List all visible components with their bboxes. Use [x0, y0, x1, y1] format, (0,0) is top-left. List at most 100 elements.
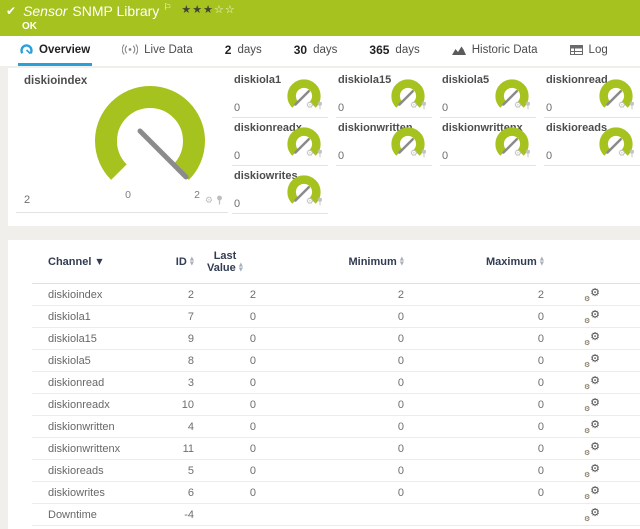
channel-settings-button[interactable]: ⚙⚙ [584, 376, 600, 390]
channel-pin-icon[interactable] [525, 97, 531, 115]
small-gauges-grid: diskiola1 0 ⚙ diskiola15 0 ⚙ diskiola5 [232, 70, 640, 214]
tab-365-days[interactable]: 365 days [367, 36, 421, 66]
gauges-panel: diskioindex 0 2 2 ⚙ diskiola1 0 ⚙ diskio [8, 68, 640, 226]
stars-filled[interactable]: ★★★ [181, 3, 214, 16]
channel-settings-button[interactable]: ⚙⚙ [584, 464, 600, 478]
channel-table-row: diskionread 3 0 0 0 ⚙⚙ [32, 372, 640, 394]
channel-table-panel: Channel ▼ ID ▲▼ Last Value▲▼ Minimum ▲▼ … [8, 240, 640, 529]
channel-gear-icon[interactable]: ⚙ [514, 102, 522, 111]
header-label: Last [194, 250, 256, 262]
channel-settings-button[interactable]: ⚙⚙ [584, 486, 600, 500]
gauge-cell: diskiola1 0 ⚙ [232, 70, 328, 118]
channel-name-link[interactable]: diskiowrites [32, 487, 172, 499]
gauge-last-value: 0 [546, 150, 552, 162]
area-chart-icon [452, 45, 466, 55]
gauge-last-value: 0 [546, 102, 552, 114]
channel-settings-button[interactable]: ⚙⚙ [584, 310, 600, 324]
tab-label: Historic Data [472, 44, 538, 56]
channel-pin-icon[interactable] [216, 192, 223, 210]
channel-pin-icon[interactable] [317, 97, 323, 115]
channel-name-link[interactable]: diskioindex [32, 289, 172, 301]
column-header-id[interactable]: ID ▲▼ [176, 256, 194, 268]
channel-last-value: 0 [194, 443, 256, 455]
tab-2-days[interactable]: 2 days [223, 36, 264, 66]
gauge-cell: diskionwrittenx 0 ⚙ [440, 118, 536, 166]
channel-gear-icon[interactable]: ⚙ [205, 197, 213, 206]
channel-last-value: 0 [194, 487, 256, 499]
header-label: Channel [48, 256, 91, 268]
tab-label: Log [589, 44, 608, 56]
channel-pin-icon[interactable] [421, 97, 427, 115]
channel-name-link[interactable]: diskiola15 [32, 333, 172, 345]
channel-name-link[interactable]: diskionreadx [32, 399, 172, 411]
channel-minimum: 0 [398, 465, 404, 477]
ok-check-icon: ✔ [6, 4, 16, 18]
channel-gear-icon[interactable]: ⚙ [618, 102, 626, 111]
channel-gear-icon[interactable]: ⚙ [306, 150, 314, 159]
channel-maximum: 2 [538, 289, 544, 301]
channel-table-row: diskiola1 7 0 0 0 ⚙⚙ [32, 306, 640, 328]
channel-pin-icon[interactable] [317, 145, 323, 163]
channel-name-link[interactable]: diskiola5 [32, 355, 172, 367]
gauge-last-value: 0 [442, 150, 448, 162]
channel-name-link[interactable]: diskionwritten [32, 421, 172, 433]
channel-minimum: 0 [398, 487, 404, 499]
channel-name-link[interactable]: diskionread [32, 377, 172, 389]
channel-last-value: 0 [194, 399, 256, 411]
channel-name-link[interactable]: diskionwrittenx [32, 443, 172, 455]
priority-stars[interactable]: ★★★☆☆ [181, 3, 235, 16]
channel-table-row: diskionreadx 10 0 0 0 ⚙⚙ [32, 394, 640, 416]
channel-settings-button[interactable]: ⚙⚙ [584, 332, 600, 346]
tab-label: Overview [39, 44, 90, 56]
channel-settings-button[interactable]: ⚙⚙ [584, 288, 600, 302]
channel-pin-icon[interactable] [629, 97, 635, 115]
channel-gear-icon[interactable]: ⚙ [306, 102, 314, 111]
stars-empty[interactable]: ☆☆ [214, 3, 236, 16]
channel-settings-button[interactable]: ⚙⚙ [584, 398, 600, 412]
channel-gear-icon[interactable]: ⚙ [618, 150, 626, 159]
channel-pin-icon[interactable] [421, 145, 427, 163]
channel-id: 11 [183, 443, 194, 455]
channel-pin-icon[interactable] [525, 145, 531, 163]
sort-desc-icon: ▼ [96, 257, 102, 266]
tab-overview[interactable]: Overview [18, 36, 92, 66]
flag-icon[interactable]: ⚐ [163, 3, 171, 13]
gauge-last-value: 0 [234, 150, 240, 162]
channel-name-link[interactable]: diskioreads [32, 465, 172, 477]
tab-live-data[interactable]: Live Data [120, 36, 195, 66]
channel-gear-icon[interactable]: ⚙ [306, 198, 314, 207]
channel-name-link[interactable]: Downtime [32, 509, 172, 521]
channel-last-value: 2 [194, 289, 256, 301]
column-header-last-value[interactable]: Last Value▲▼ [194, 250, 256, 274]
channel-name-link[interactable]: diskiola1 [32, 311, 172, 323]
channel-minimum: 0 [398, 311, 404, 323]
gauge-channel-name: diskioindex [24, 75, 87, 87]
channel-settings-button[interactable]: ⚙⚙ [584, 354, 600, 368]
tab-bar: Overview Live Data 2 days 30 days 365 da… [0, 36, 640, 66]
tab-log[interactable]: Log [568, 36, 610, 66]
channel-minimum: 0 [398, 377, 404, 389]
channel-gear-icon[interactable]: ⚙ [410, 102, 418, 111]
channel-minimum: 0 [398, 421, 404, 433]
tab-historic-data[interactable]: Historic Data [450, 36, 540, 66]
channel-table-row: diskiowrites 6 0 0 0 ⚙⚙ [32, 482, 640, 504]
channel-maximum: 0 [538, 487, 544, 499]
channel-settings-button[interactable]: ⚙⚙ [584, 420, 600, 434]
column-header-channel[interactable]: Channel ▼ [32, 256, 172, 268]
channel-settings-button[interactable]: ⚙⚙ [584, 442, 600, 456]
tab-label: days [395, 44, 419, 56]
channel-pin-icon[interactable] [629, 145, 635, 163]
tab-label: days [237, 44, 261, 56]
channel-gear-icon[interactable]: ⚙ [514, 150, 522, 159]
column-header-minimum[interactable]: Minimum ▲▼ [348, 256, 404, 268]
gauge-last-value: 0 [234, 102, 240, 114]
channel-gear-icon[interactable]: ⚙ [410, 150, 418, 159]
column-header-maximum[interactable]: Maximum ▲▼ [486, 256, 544, 268]
header-label: Maximum [486, 256, 537, 268]
channel-pin-icon[interactable] [317, 193, 323, 211]
tab-number: 30 [294, 43, 307, 57]
tab-number: 2 [225, 43, 232, 57]
channel-table-row: diskioindex 2 2 2 2 ⚙⚙ [32, 284, 640, 306]
channel-settings-button[interactable]: ⚙⚙ [584, 508, 600, 522]
tab-30-days[interactable]: 30 days [292, 36, 340, 66]
